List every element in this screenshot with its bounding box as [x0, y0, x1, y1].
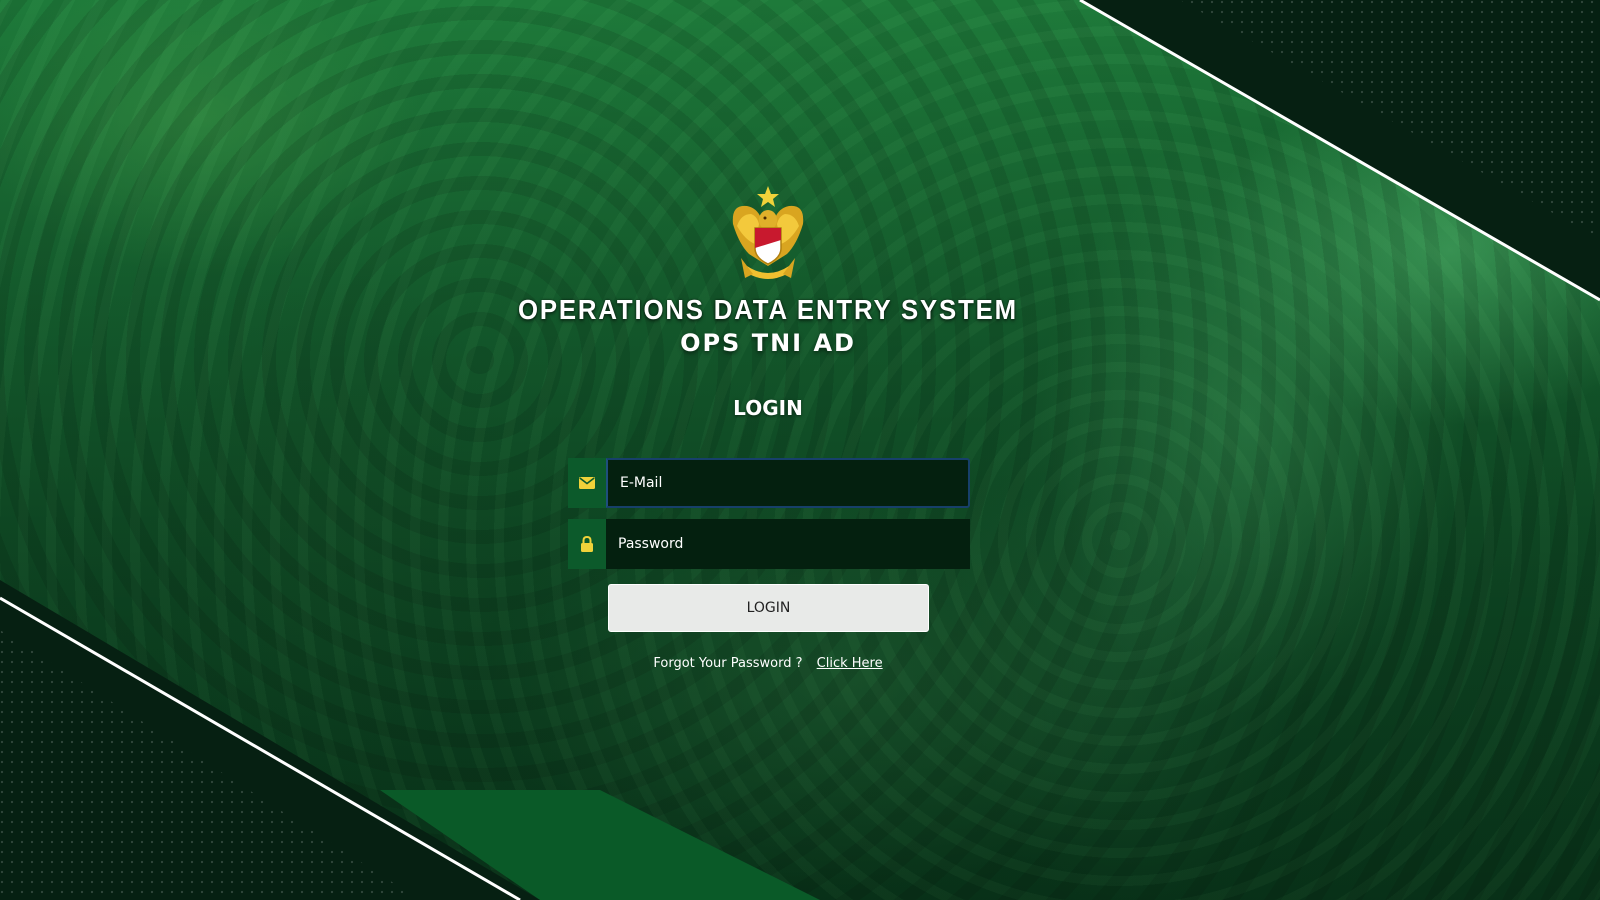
forgot-password-row: Forgot Your Password ? Click Here: [0, 656, 1536, 671]
email-field-group: [568, 458, 970, 508]
army-emblem-logo: [732, 186, 804, 279]
password-input[interactable]: [606, 519, 970, 569]
password-field-group: [568, 519, 970, 569]
forgot-password-link[interactable]: Click Here: [817, 656, 883, 671]
lock-icon: [568, 519, 606, 569]
envelope-icon: [568, 458, 606, 508]
app-title: OPERATIONS DATA ENTRY SYSTEM: [518, 294, 1018, 325]
app-subtitle: OPS TNI AD: [680, 329, 856, 357]
login-button[interactable]: LOGIN: [608, 584, 929, 632]
email-input[interactable]: [606, 458, 970, 508]
login-panel: OPERATIONS DATA ENTRY SYSTEM OPS TNI AD …: [0, 0, 1600, 900]
login-heading: LOGIN: [733, 396, 803, 420]
forgot-password-text: Forgot Your Password ?: [653, 656, 803, 671]
